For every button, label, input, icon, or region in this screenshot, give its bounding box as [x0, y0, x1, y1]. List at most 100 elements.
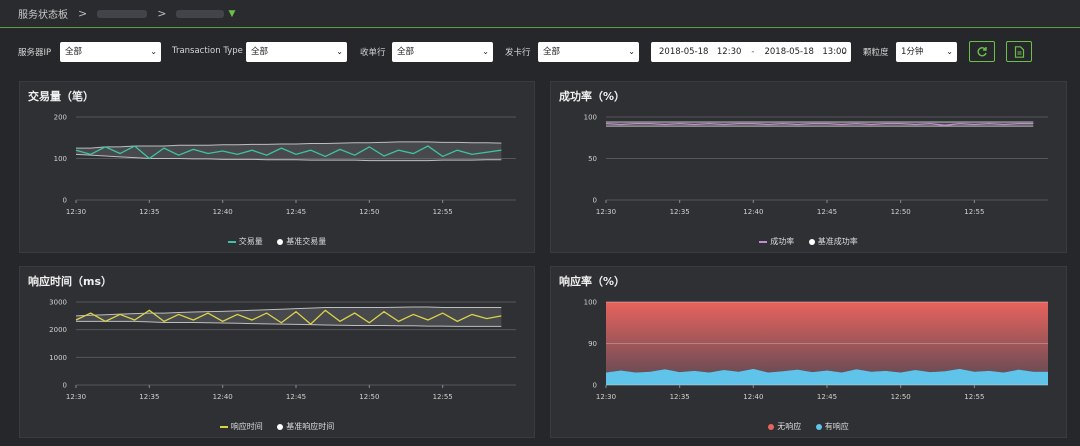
x-tick-label: 12:40 [213, 208, 233, 216]
breadcrumb-separator-icon: > [157, 7, 167, 20]
response-rate-chart: 0 90 100 12:30 12:35 12:40 12:45 12:50 12:55 [584, 299, 1048, 401]
breadcrumb-blurred-current[interactable] [176, 9, 225, 18]
filter-bar: 服务器IP 全部 ⌄ Transaction Type 全部 ⌄ 收单行 全部 ⌄ 发… [0, 38, 1080, 64]
x-tick-label: 12:55 [964, 393, 984, 401]
date-range-picker[interactable]: 2018-05-18 12:30-2018-05-18 13:00 ⌄ [651, 42, 851, 62]
y-tick-label: 50 [588, 155, 597, 163]
y-tick-label: 2000 [49, 326, 67, 334]
legend-label: 成功率 [770, 237, 795, 246]
y-tick-label: 1000 [49, 354, 67, 362]
no-response-area [606, 302, 1048, 373]
x-tick-label: 12:35 [139, 208, 159, 216]
chart-legend: 交易量 基准交易量 [20, 236, 534, 247]
refresh-icon [977, 46, 987, 56]
legend-label: 基准响应时间 [286, 422, 335, 431]
export-document-icon [1014, 45, 1024, 58]
chevron-down-icon: ⌄ [336, 47, 343, 56]
legend-label: 基准成功率 [817, 237, 858, 246]
x-tick-label: 12:50 [359, 393, 379, 401]
x-tick-label: 12:50 [891, 208, 911, 216]
refresh-button[interactable] [969, 41, 995, 62]
legend-line-swatch [219, 425, 228, 428]
legend-label: 响应时间 [230, 422, 263, 431]
legend-dot-swatch [808, 238, 815, 245]
x-tick-label: 12:30 [66, 208, 86, 216]
legend-item[interactable]: 响应时间 [219, 422, 263, 431]
chevron-down-icon: ⌄ [946, 47, 953, 56]
acquirer-label: 收单行 [360, 48, 386, 58]
x-tick-label: 12:40 [213, 393, 233, 401]
chart-legend: 无响应 有响应 [551, 421, 1066, 432]
legend-item[interactable]: 有响应 [815, 422, 849, 431]
server-ip-select[interactable]: 全部 ⌄ [60, 42, 161, 62]
legend-item[interactable]: 成功率 [759, 237, 794, 246]
transaction-volume-panel: 交易量（笔） 0 100 200 12:30 12:35 12:40 12:45 12:50 1… [19, 81, 535, 253]
x-tick-label: 12:55 [964, 208, 984, 216]
x-tick-label: 12:55 [433, 393, 453, 401]
y-tick-label: 100 [54, 155, 67, 163]
chevron-down-icon: ⌄ [482, 47, 489, 56]
y-tick-label: 0 [593, 382, 597, 390]
success-rate-panel: 成功率（%） 0 50 100 12:30 12:35 12:40 12:45 12:50 12… [550, 81, 1067, 253]
legend-label: 有响应 [824, 422, 849, 431]
x-tick-label: 12:40 [743, 208, 763, 216]
legend-label: 交易量 [238, 237, 263, 246]
issuer-label: 发卡行 [505, 48, 531, 58]
acquirer-value: 全部 [397, 47, 415, 57]
x-tick-label: 12:35 [670, 208, 690, 216]
y-tick-label: 0 [63, 382, 67, 390]
legend-item[interactable]: 基准响应时间 [277, 422, 334, 431]
legend-dot-swatch [277, 238, 284, 245]
legend-dot-swatch [815, 423, 822, 430]
legend-item[interactable]: 基准交易量 [277, 237, 326, 246]
y-tick-label: 90 [588, 340, 597, 348]
server-ip-value: 全部 [65, 47, 83, 57]
x-tick-label: 12:30 [596, 393, 616, 401]
transaction-type-value: 全部 [251, 47, 269, 57]
response-time-panel: 响应时间（ms） 0 1000 2000 3000 12:30 12:35 12:40 12:… [19, 266, 535, 438]
date-start: 2018-05-18 12:30 [659, 47, 742, 57]
breadcrumb-root[interactable]: 服务状态板 [18, 6, 68, 21]
transaction-volume-chart: 0 100 200 12:30 12:35 12:40 12:45 12:50 12:55 [54, 114, 516, 216]
y-tick-label: 100 [584, 114, 597, 122]
x-tick-label: 12:50 [891, 393, 911, 401]
x-tick-label: 12:45 [286, 208, 306, 216]
granularity-label: 颗粒度 [863, 48, 889, 58]
transaction-type-select[interactable]: 全部 ⌄ [246, 42, 347, 62]
chevron-down-icon: ⌄ [150, 47, 157, 56]
export-button[interactable] [1006, 41, 1032, 62]
acquirer-select[interactable]: 全部 ⌄ [392, 42, 493, 62]
legend-label: 基准交易量 [286, 237, 327, 246]
response-rate-panel: 响应率（%） 0 90 100 12:30 12:35 12:40 12:45 12:50 12… [550, 266, 1067, 438]
legend-line-swatch [227, 240, 236, 243]
y-tick-label: 3000 [49, 299, 67, 307]
legend-line-swatch [759, 240, 768, 243]
legend-item[interactable]: 无响应 [768, 422, 801, 431]
issuer-value: 全部 [543, 47, 561, 57]
x-tick-label: 12:50 [359, 208, 379, 216]
y-tick-label: 200 [54, 114, 67, 122]
x-tick-label: 12:35 [670, 393, 690, 401]
legend-label: 无响应 [777, 422, 802, 431]
issuer-select[interactable]: 全部 ⌄ [538, 42, 639, 62]
granularity-select[interactable]: 1分钟 ⌄ [896, 42, 957, 62]
x-tick-label: 12:45 [817, 208, 837, 216]
server-ip-label: 服务器IP [18, 48, 52, 58]
breadcrumb-separator-icon: > [78, 7, 88, 20]
chevron-down-icon: ⌄ [628, 47, 635, 56]
legend-dot-swatch [768, 423, 775, 430]
breadcrumb-blurred-item[interactable] [97, 9, 148, 18]
legend-item[interactable]: 基准成功率 [808, 237, 858, 246]
y-tick-label: 0 [593, 197, 597, 205]
x-tick-label: 12:45 [817, 393, 837, 401]
chevron-down-icon[interactable]: ▼ [228, 9, 235, 19]
x-tick-label: 12:30 [596, 208, 616, 216]
date-separator: - [751, 47, 755, 57]
success-rate-chart: 0 50 100 12:30 12:35 12:40 12:45 12:50 12:55 [584, 114, 1048, 216]
x-tick-label: 12:45 [286, 393, 306, 401]
y-tick-label: 0 [63, 197, 67, 205]
top-nav-bar: 服务状态板 > > ▼ [0, 0, 1080, 28]
legend-item[interactable]: 交易量 [227, 237, 263, 246]
transaction-type-label: Transaction Type [172, 46, 243, 56]
x-tick-label: 12:35 [139, 393, 159, 401]
